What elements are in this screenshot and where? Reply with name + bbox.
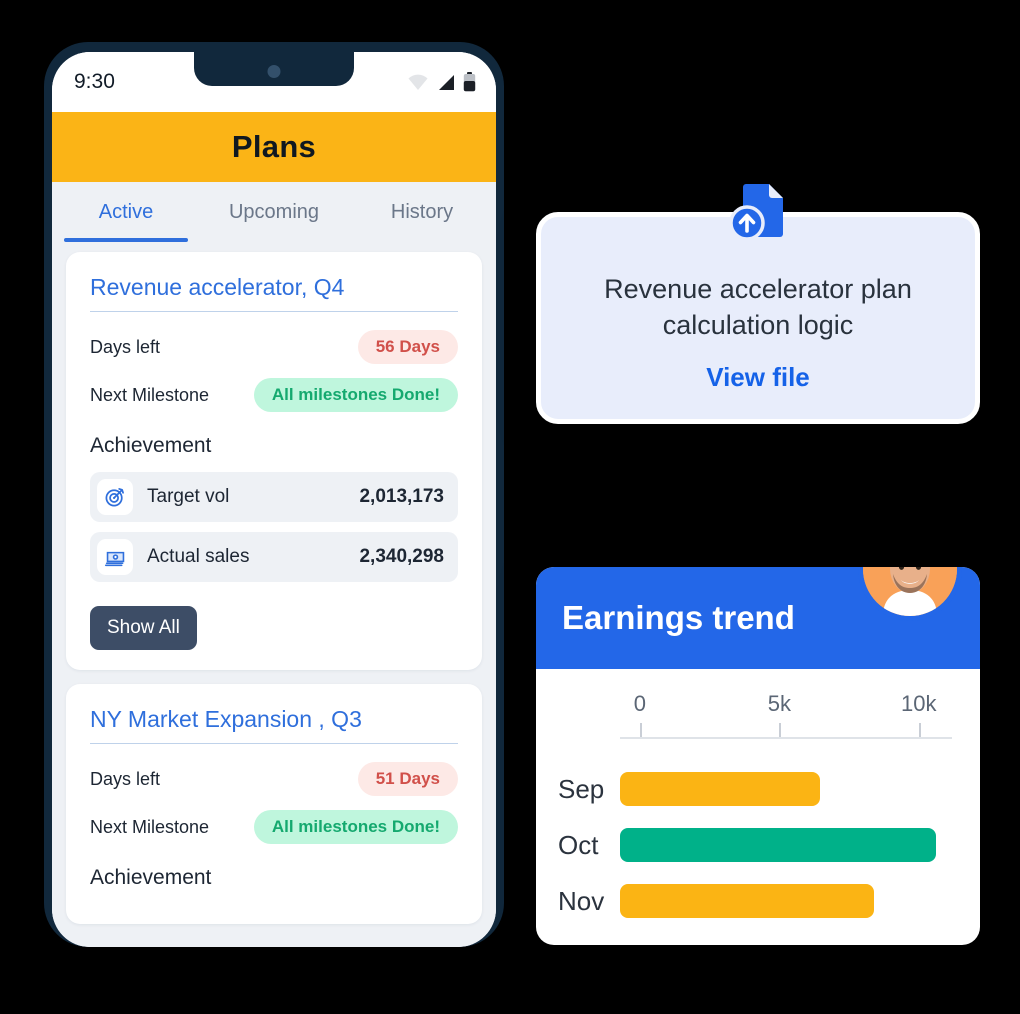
plan-title: Revenue accelerator, Q4 bbox=[90, 274, 458, 312]
days-left-label: Days left bbox=[90, 336, 161, 357]
phone-device: 9:30 Plans Active Upcoming History Reven… bbox=[44, 42, 504, 947]
plan-title: NY Market Expansion , Q3 bbox=[90, 706, 458, 744]
plan-card[interactable]: Revenue accelerator, Q4 Days left 56 Day… bbox=[66, 252, 482, 670]
bar-category-label: Sep bbox=[558, 773, 605, 804]
phone-screen: 9:30 Plans Active Upcoming History Reven… bbox=[52, 52, 496, 947]
axis-line bbox=[620, 737, 952, 739]
front-camera-icon bbox=[267, 65, 281, 78]
tab-history-label: History bbox=[390, 200, 454, 223]
target-icon bbox=[97, 479, 133, 515]
metric-value: 2,340,298 bbox=[359, 546, 444, 567]
earnings-chart: 0 5k 10k Sep Oct Nov bbox=[536, 669, 980, 945]
tab-history[interactable]: History bbox=[348, 182, 496, 242]
battery-icon bbox=[463, 72, 476, 92]
chart-bar-row: Sep bbox=[558, 761, 958, 817]
achievement-heading: Achievement bbox=[90, 434, 212, 457]
bar-track bbox=[620, 772, 958, 806]
signal-icon bbox=[439, 75, 454, 90]
days-left-badge: 56 Days bbox=[357, 330, 458, 364]
page-title: Plans bbox=[231, 129, 317, 164]
metric-value: 2,013,173 bbox=[359, 486, 444, 507]
milestone-badge: All milestones Done! bbox=[253, 378, 458, 412]
wifi-icon bbox=[408, 74, 428, 90]
bar-track bbox=[620, 828, 958, 862]
plan-days-left-row: Days left 51 Days bbox=[90, 762, 458, 796]
milestone-label: Next Milestone bbox=[90, 384, 210, 405]
view-file-link[interactable]: View file bbox=[706, 362, 810, 393]
milestone-badge: All milestones Done! bbox=[253, 810, 458, 844]
metric-row: Actual sales 2,340,298 bbox=[90, 532, 458, 582]
show-all-button[interactable]: Show All bbox=[90, 606, 197, 650]
earnings-title: Earnings trend bbox=[562, 599, 795, 636]
tab-upcoming-label: Upcoming bbox=[228, 200, 320, 223]
milestone-label: Next Milestone bbox=[90, 816, 210, 837]
bar-fill-sep bbox=[620, 772, 820, 806]
mockup-stage: 9:30 Plans Active Upcoming History Reven… bbox=[0, 0, 1020, 1014]
plan-card[interactable]: NY Market Expansion , Q3 Days left 51 Da… bbox=[66, 684, 482, 924]
tab-active[interactable]: Active bbox=[52, 182, 200, 242]
status-time: 9:30 bbox=[74, 70, 115, 93]
bar-fill-nov bbox=[620, 884, 874, 918]
chart-bar-row: Nov bbox=[558, 873, 958, 929]
status-icon-group bbox=[407, 72, 476, 92]
chart-x-axis: 0 5k 10k bbox=[620, 691, 952, 745]
plans-list: Revenue accelerator, Q4 Days left 56 Day… bbox=[52, 242, 496, 947]
bar-category-label: Nov bbox=[558, 885, 605, 916]
file-upload-icon bbox=[720, 172, 796, 248]
tab-active-label: Active bbox=[98, 200, 154, 223]
bar-category-label: Oct bbox=[558, 829, 599, 860]
earnings-trend-card: Earnings trend 0 5k 10k Sep Oct Nov bbox=[536, 567, 980, 945]
tab-upcoming[interactable]: Upcoming bbox=[200, 182, 348, 242]
bar-track bbox=[620, 884, 958, 918]
phone-notch bbox=[194, 52, 354, 86]
axis-tick-label: 5k bbox=[767, 691, 791, 716]
metric-label: Target vol bbox=[147, 486, 230, 507]
metric-label: Actual sales bbox=[147, 546, 250, 567]
chart-bars: Sep Oct Nov bbox=[558, 761, 958, 929]
plan-days-left-row: Days left 56 Days bbox=[90, 330, 458, 364]
days-left-badge: 51 Days bbox=[357, 762, 458, 796]
plan-milestone-row: Next Milestone All milestones Done! bbox=[90, 378, 458, 412]
plan-milestone-row: Next Milestone All milestones Done! bbox=[90, 810, 458, 844]
app-bar: Plans bbox=[52, 112, 496, 182]
days-left-label: Days left bbox=[90, 768, 161, 789]
metric-row: Target vol 2,013,173 bbox=[90, 472, 458, 522]
axis-tick-label: 10k bbox=[901, 691, 937, 716]
achievement-heading: Achievement bbox=[90, 866, 212, 889]
file-attachment-card[interactable]: Revenue accelerator plan calculation log… bbox=[536, 144, 980, 424]
tab-bar: Active Upcoming History bbox=[52, 182, 496, 242]
money-icon bbox=[97, 539, 133, 575]
axis-tick-label: 0 bbox=[633, 691, 647, 716]
chart-bar-row: Oct bbox=[558, 817, 958, 873]
bar-fill-oct bbox=[620, 828, 937, 862]
